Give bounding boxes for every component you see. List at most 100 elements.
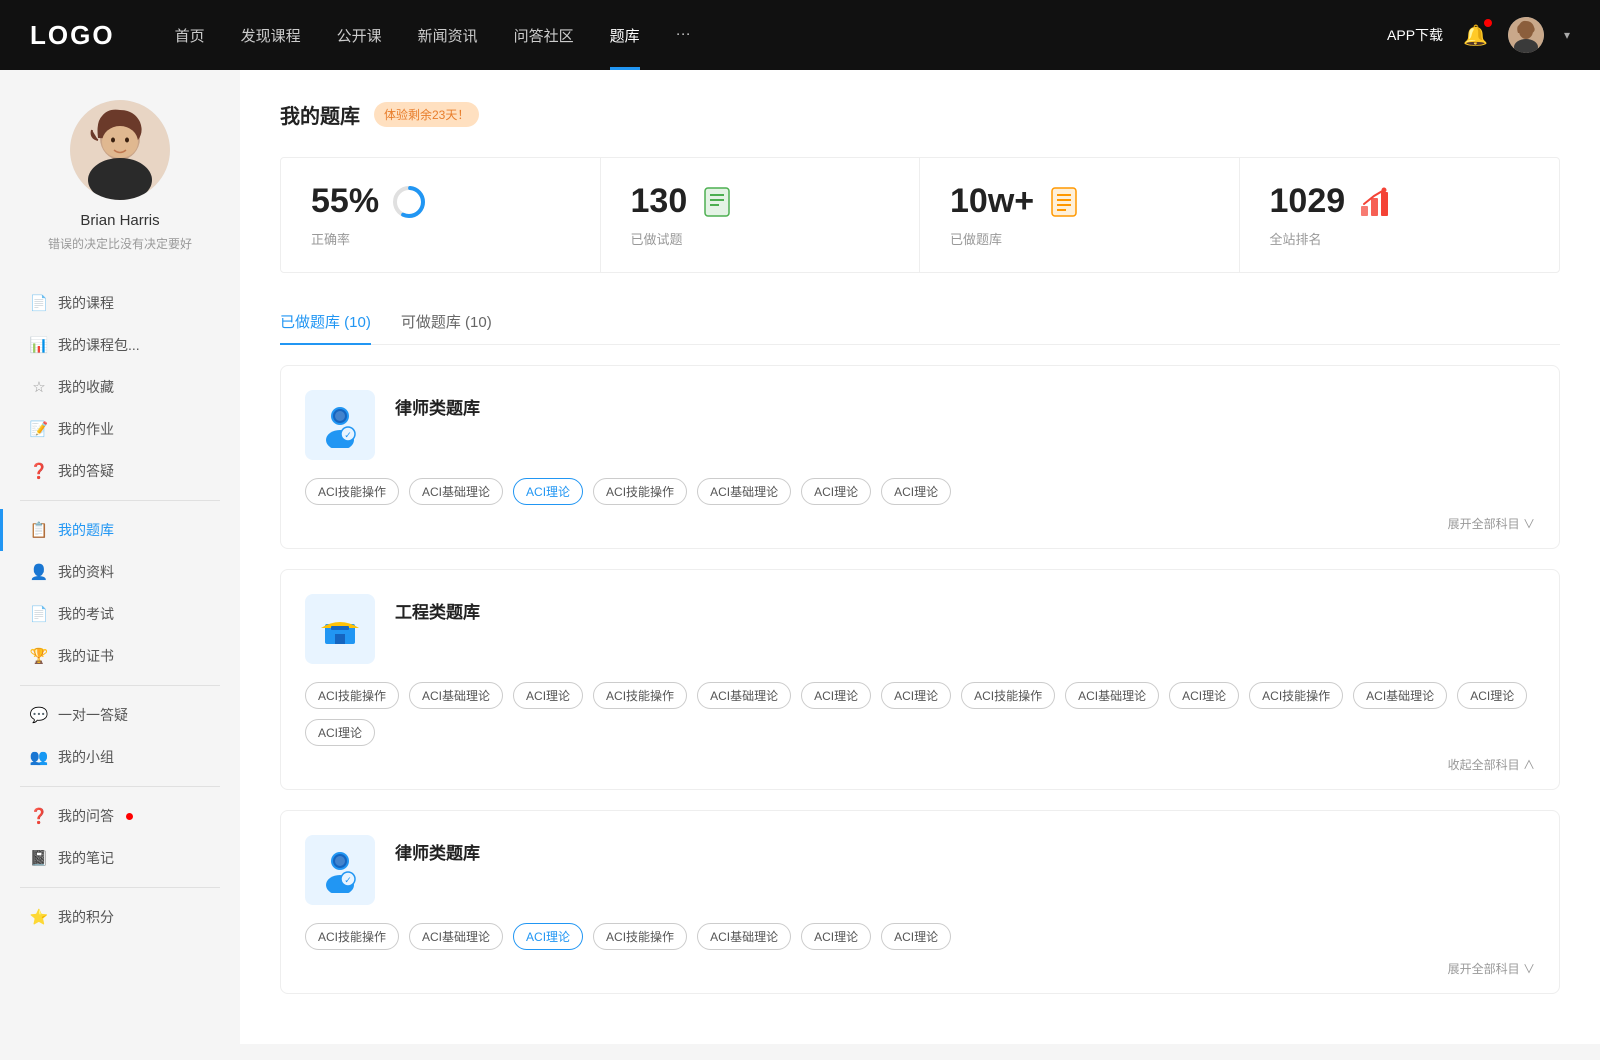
sidebar-label-4: 我的答疑 (58, 461, 114, 481)
expand-btn-1[interactable]: 收起全部科目 ∧ (1448, 756, 1535, 773)
profile-avatar[interactable] (70, 100, 170, 200)
sidebar-item-7[interactable]: 📄我的考试 (0, 593, 240, 635)
stat-done-q-value: 130 (631, 182, 688, 221)
nav-item-问答社区[interactable]: 问答社区 (514, 25, 574, 46)
sidebar-label-0: 我的课程 (58, 293, 114, 313)
ranking-icon (1357, 184, 1393, 220)
sidebar-item-2[interactable]: ☆ 我的收藏 (0, 366, 240, 408)
sidebar-label-6: 我的资料 (58, 562, 114, 582)
sidebar-item-1[interactable]: 📊我的课程包... (0, 324, 240, 366)
qbank-card-0: ✓ ✓ 律师类题库 ACI技能操作 ACI基础理论 ACI理论 ACI技能操作 ACI基础… (280, 365, 1560, 549)
tag-2-5[interactable]: ACI理论 (801, 923, 871, 950)
tag-1-13[interactable]: ACI理论 (305, 719, 375, 746)
sidebar-item-0[interactable]: 📄 我的课程 (0, 282, 240, 324)
sidebar-icon-8: 🏆 (30, 647, 48, 665)
stat-accuracy-value: 55% (311, 182, 379, 221)
tag-0-2[interactable]: ACI理论 (513, 478, 583, 505)
qbank-title-0: 律师类题库 (395, 390, 480, 419)
tag-2-1[interactable]: ACI基础理论 (409, 923, 503, 950)
sidebar-item-4[interactable]: ❓我的答疑 (0, 450, 240, 492)
page-title: 我的题库 (280, 100, 360, 129)
tag-1-6[interactable]: ACI理论 (881, 682, 951, 709)
sidebar-item-12[interactable]: 📓我的笔记 (0, 837, 240, 879)
qbank-tags-0: ACI技能操作 ACI基础理论 ACI理论 ACI技能操作 ACI基础理论 ACI理论 AC… (305, 478, 1535, 505)
notification-bell[interactable]: 🔔 (1463, 23, 1488, 48)
nav-menu: 首页 发现课程 公开课 新闻资讯 问答社区 题库 ··· (175, 25, 1387, 46)
sidebar-label-12: 我的笔记 (58, 848, 114, 868)
tabs-row: 已做题库 (10) 可做题库 (10) (280, 303, 1560, 345)
tag-1-7[interactable]: ACI技能操作 (961, 682, 1055, 709)
stat-done-banks: 10w+ 已做题库 (920, 158, 1240, 272)
sidebar-item-13[interactable]: ⭐我的积分 (0, 896, 240, 938)
tag-2-6[interactable]: ACI理论 (881, 923, 951, 950)
nav-item-新闻资讯[interactable]: 新闻资讯 (418, 25, 478, 46)
sidebar-item-10[interactable]: 👥我的小组 (0, 736, 240, 778)
done-questions-icon (699, 184, 735, 220)
tag-0-0[interactable]: ACI技能操作 (305, 478, 399, 505)
qbank-icon-0: ✓ ✓ (305, 390, 375, 460)
qbanks-container: ✓ ✓ 律师类题库 ACI技能操作 ACI基础理论 ACI理论 ACI技能操作 ACI基础… (280, 365, 1560, 994)
sidebar-item-11[interactable]: ❓我的问答 (0, 795, 240, 837)
tab-0[interactable]: 已做题库 (10) (280, 303, 371, 344)
tag-0-3[interactable]: ACI技能操作 (593, 478, 687, 505)
logo[interactable]: LOGO (30, 20, 115, 51)
sidebar-item-6[interactable]: 👤 我的资料 (0, 551, 240, 593)
tag-1-10[interactable]: ACI技能操作 (1249, 682, 1343, 709)
stat-accuracy-label: 正确率 (311, 229, 570, 248)
tag-1-8[interactable]: ACI基础理论 (1065, 682, 1159, 709)
sidebar-label-5: 我的题库 (58, 520, 114, 540)
user-menu-chevron[interactable]: ▾ (1564, 28, 1570, 42)
tag-1-4[interactable]: ACI基础理论 (697, 682, 791, 709)
tab-1[interactable]: 可做题库 (10) (401, 303, 492, 344)
tag-2-3[interactable]: ACI技能操作 (593, 923, 687, 950)
main-content: 我的题库 体验剩余23天！ 55% 正确率 (240, 70, 1600, 1044)
sidebar-item-3[interactable]: 📝我的作业 (0, 408, 240, 450)
svg-text:✓: ✓ (344, 430, 352, 440)
nav-item-发现课程[interactable]: 发现课程 (241, 25, 301, 46)
sidebar-icon-6: 👤 (30, 563, 48, 581)
stat-done-q-label: 已做试题 (631, 229, 890, 248)
sidebar-divider (20, 685, 220, 686)
nav-item-···[interactable]: ··· (676, 25, 691, 46)
tag-2-4[interactable]: ACI基础理论 (697, 923, 791, 950)
sidebar-item-5[interactable]: 📋我的题库 (0, 509, 240, 551)
stat-accuracy: 55% 正确率 (281, 158, 601, 272)
tag-1-9[interactable]: ACI理论 (1169, 682, 1239, 709)
tag-0-1[interactable]: ACI基础理论 (409, 478, 503, 505)
tag-0-4[interactable]: ACI基础理论 (697, 478, 791, 505)
sidebar-icon-9: 💬 (30, 706, 48, 724)
tag-0-6[interactable]: ACI理论 (881, 478, 951, 505)
tag-1-3[interactable]: ACI技能操作 (593, 682, 687, 709)
tag-1-1[interactable]: ACI基础理论 (409, 682, 503, 709)
nav-item-题库[interactable]: 题库 (610, 25, 640, 46)
sidebar-label-10: 我的小组 (58, 747, 114, 767)
qbank-footer-2: 展开全部科目 ∨ (305, 960, 1535, 977)
tag-1-0[interactable]: ACI技能操作 (305, 682, 399, 709)
tag-1-5[interactable]: ACI理论 (801, 682, 871, 709)
tag-1-11[interactable]: ACI基础理论 (1353, 682, 1447, 709)
stat-ranking-label: 全站排名 (1270, 229, 1530, 248)
sidebar-item-8[interactable]: 🏆 我的证书 (0, 635, 240, 677)
stat-ranking-value: 1029 (1270, 182, 1346, 221)
sidebar-label-8: 我的证书 (58, 646, 114, 666)
tag-2-0[interactable]: ACI技能操作 (305, 923, 399, 950)
qbank-card-1: 工程类题库ACI技能操作ACI基础理论ACI理论ACI技能操作ACI基础理论AC… (280, 569, 1560, 790)
nav-item-公开课[interactable]: 公开课 (337, 25, 382, 46)
tag-1-2[interactable]: ACI理论 (513, 682, 583, 709)
sidebar-icon-0: 📄 (30, 294, 48, 312)
stat-done-questions: 130 已做试题 (601, 158, 921, 272)
accuracy-donut-icon (391, 184, 427, 220)
sidebar-item-9[interactable]: 💬一对一答疑 (0, 694, 240, 736)
app-download-button[interactable]: APP下载 (1387, 25, 1443, 45)
tag-2-2[interactable]: ACI理论 (513, 923, 583, 950)
sidebar-icon-2: ☆ (30, 378, 48, 396)
nav-item-首页[interactable]: 首页 (175, 25, 205, 46)
expand-btn-2[interactable]: 展开全部科目 ∨ (1448, 960, 1535, 977)
tag-1-12[interactable]: ACI理论 (1457, 682, 1527, 709)
user-avatar[interactable] (1508, 17, 1544, 53)
tag-0-5[interactable]: ACI理论 (801, 478, 871, 505)
expand-btn-0[interactable]: 展开全部科目 ∨ (1448, 515, 1535, 532)
sidebar-label-1: 我的课程包... (58, 335, 140, 355)
sidebar-label-2: 我的收藏 (58, 377, 114, 397)
done-banks-icon (1046, 184, 1082, 220)
